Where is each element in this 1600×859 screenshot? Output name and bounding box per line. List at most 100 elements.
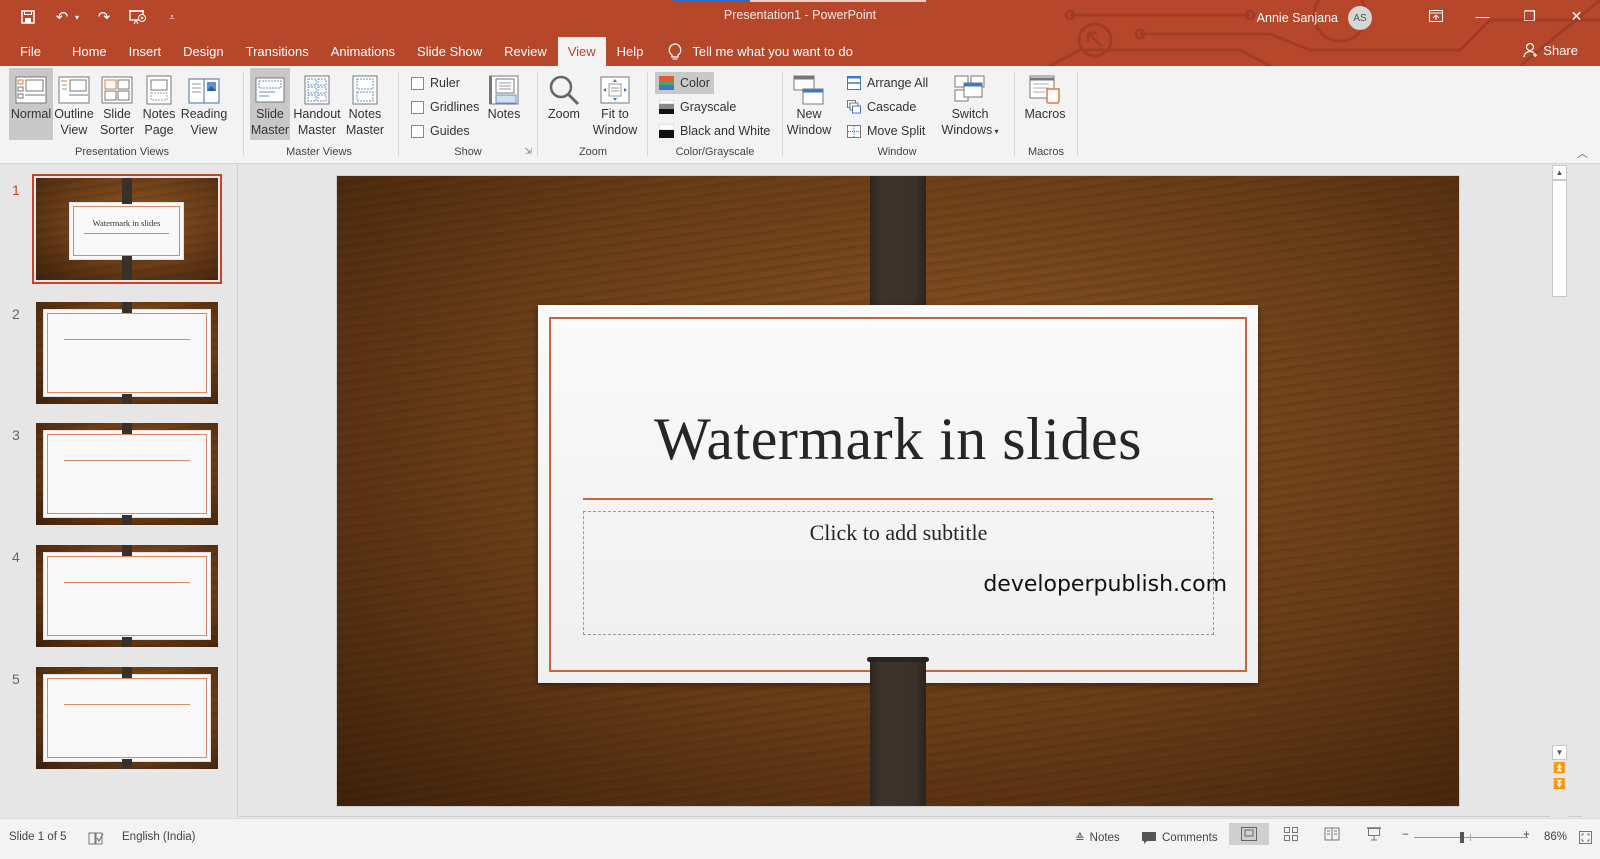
outline-view-icon xyxy=(57,74,91,106)
slide-sorter-status-icon[interactable] xyxy=(1271,823,1311,845)
zoom-in-icon[interactable]: + xyxy=(1523,829,1530,841)
reading-view-button[interactable]: Reading View xyxy=(180,68,228,140)
grayscale-button[interactable]: Grayscale xyxy=(655,96,740,118)
tab-slide-show[interactable]: Slide Show xyxy=(406,37,493,66)
normal-view-status-icon[interactable] xyxy=(1229,823,1269,845)
handout-master-button[interactable]: Handout Master xyxy=(292,68,342,140)
slide-thumbnail[interactable] xyxy=(36,423,218,525)
vertical-scrollbar[interactable]: ▲ ▼ ⏫ ⏬ xyxy=(1550,165,1568,817)
notes-button[interactable]: ≙ Notes xyxy=(1075,831,1120,845)
new-window-icon xyxy=(792,74,826,106)
notes-page-button[interactable]: Notes Page xyxy=(140,68,178,140)
title-card: Watermark in slides Click to add subtitl… xyxy=(538,305,1258,683)
restore-icon[interactable]: ❐ xyxy=(1506,0,1553,32)
slide-sorter-button[interactable]: Slide Sorter xyxy=(97,68,137,140)
zoom-slider[interactable] xyxy=(1414,832,1528,843)
guides-checkbox[interactable]: Guides xyxy=(407,120,474,142)
slide-master-label: Slide Master xyxy=(250,107,290,137)
scroll-up-icon[interactable]: ▲ xyxy=(1552,165,1567,180)
tab-review[interactable]: Review xyxy=(493,37,558,66)
spelling-check-icon[interactable] xyxy=(88,831,104,845)
normal-view-button[interactable]: Normal xyxy=(9,68,53,140)
switch-windows-button[interactable]: Switch Windows ▾ xyxy=(940,68,1000,140)
user-account[interactable]: Annie Sanjana AS xyxy=(1257,6,1372,30)
comments-button[interactable]: Comments xyxy=(1141,831,1218,845)
share-label: Share xyxy=(1543,42,1578,58)
gridlines-checkbox-box[interactable] xyxy=(411,100,424,114)
color-button[interactable]: Color xyxy=(655,72,714,94)
subtitle-placeholder[interactable]: Click to add subtitle developerpublish.c… xyxy=(583,511,1227,635)
tab-transitions[interactable]: Transitions xyxy=(235,37,320,66)
slide-thumbnail[interactable] xyxy=(36,545,218,647)
scrollbar-thumb[interactable] xyxy=(1552,180,1567,297)
strap-cap xyxy=(867,657,929,662)
avatar[interactable]: AS xyxy=(1348,6,1372,30)
tell-me-search[interactable]: Tell me what you want to do xyxy=(668,37,853,66)
fit-to-window-button[interactable]: Fit to Window xyxy=(590,68,640,140)
thumbnail-card: Watermark in slides xyxy=(69,202,184,260)
group-zoom: Zoom Fit to Window Zoom xyxy=(540,68,646,162)
tab-home[interactable]: Home xyxy=(61,37,118,66)
slide-counter: Slide 1 of 5 xyxy=(9,831,67,843)
gridlines-checkbox[interactable]: Gridlines xyxy=(407,96,483,118)
group-label-master-views: Master Views xyxy=(286,146,352,158)
language-indicator[interactable]: English (India) xyxy=(122,831,196,843)
title-bar: ↶ ▾ ↷ ⩡ Presentation1 - PowerPoint Annie… xyxy=(0,0,1600,66)
powerpoint-window: ↶ ▾ ↷ ⩡ Presentation1 - PowerPoint Annie… xyxy=(0,0,1600,859)
ruler-label: Ruler xyxy=(430,76,460,90)
slide-thumbnail[interactable]: Watermark in slides xyxy=(32,174,222,284)
collapse-ribbon-icon[interactable]: ︿ xyxy=(1577,145,1588,161)
tab-view[interactable]: View xyxy=(557,37,606,66)
slide-title[interactable]: Watermark in slides xyxy=(538,405,1258,474)
status-bar: Slide 1 of 5 English (India) ≙ Notes Com… xyxy=(0,818,1600,859)
slide-thumbnail[interactable] xyxy=(36,667,218,769)
ruler-checkbox[interactable]: Ruler xyxy=(407,72,464,94)
slide-master-button[interactable]: Slide Master xyxy=(250,68,290,140)
tab-help[interactable]: Help xyxy=(606,37,655,66)
minimize-icon[interactable]: — xyxy=(1459,0,1506,32)
outline-view-label: Outline View xyxy=(54,107,94,137)
tab-animations[interactable]: Animations xyxy=(320,37,406,66)
arrange-all-button[interactable]: Arrange All xyxy=(843,72,932,94)
new-window-button[interactable]: New Window xyxy=(786,68,832,140)
next-slide-icon[interactable]: ⏬ xyxy=(1553,779,1565,790)
close-icon[interactable]: ✕ xyxy=(1553,0,1600,32)
tab-insert[interactable]: Insert xyxy=(118,37,173,66)
ribbon-display-options-icon[interactable] xyxy=(1412,0,1459,32)
scroll-down-icon[interactable]: ▼ xyxy=(1552,745,1567,760)
watermark-text[interactable]: developerpublish.com xyxy=(983,572,1227,597)
arrange-all-label: Arrange All xyxy=(867,76,929,90)
show-dialog-launcher-icon[interactable]: ⇲ xyxy=(524,146,532,157)
thumbnail-number: 1 xyxy=(12,182,20,198)
comment-icon xyxy=(1142,832,1156,844)
reading-view-status-icon[interactable] xyxy=(1312,823,1352,845)
zoom-button[interactable]: Zoom xyxy=(544,68,584,140)
zoom-level[interactable]: 86% xyxy=(1544,831,1567,843)
notes-toggle-button[interactable]: Notes xyxy=(484,68,524,140)
fit-slide-to-window-icon[interactable] xyxy=(1579,831,1592,844)
tab-design[interactable]: Design xyxy=(172,37,234,66)
outline-view-button[interactable]: Outline View xyxy=(54,68,94,140)
switch-windows-label: Switch Windows ▾ xyxy=(942,106,999,140)
zoom-slider-handle[interactable] xyxy=(1460,832,1465,843)
black-and-white-label: Black and White xyxy=(680,124,771,138)
black-and-white-button[interactable]: Black and White xyxy=(655,120,774,142)
slide-thumbnail[interactable] xyxy=(36,302,218,404)
tab-file[interactable]: File xyxy=(0,37,61,66)
move-split-button[interactable]: Move Split xyxy=(843,120,929,142)
cascade-button[interactable]: Cascade xyxy=(843,96,920,118)
cascade-label: Cascade xyxy=(867,100,917,114)
window-controls: — ❐ ✕ xyxy=(1412,0,1600,32)
gridlines-label: Gridlines xyxy=(430,100,480,114)
notes-page-icon xyxy=(142,74,176,106)
previous-slide-icon[interactable]: ⏫ xyxy=(1553,763,1565,774)
slide-show-status-icon[interactable] xyxy=(1354,823,1394,845)
macros-button[interactable]: Macros xyxy=(1020,68,1070,140)
guides-checkbox-box[interactable] xyxy=(411,124,424,138)
notes-page-label: Notes Page xyxy=(142,107,176,137)
slide-thumbnails-pane: 1 Watermark in slides 2 3 4 5 xyxy=(0,165,238,817)
share-button[interactable]: Share xyxy=(1523,42,1578,58)
zoom-out-icon[interactable]: − xyxy=(1402,829,1409,841)
ruler-checkbox-box[interactable] xyxy=(411,76,424,90)
notes-master-button[interactable]: Notes Master xyxy=(343,68,387,140)
